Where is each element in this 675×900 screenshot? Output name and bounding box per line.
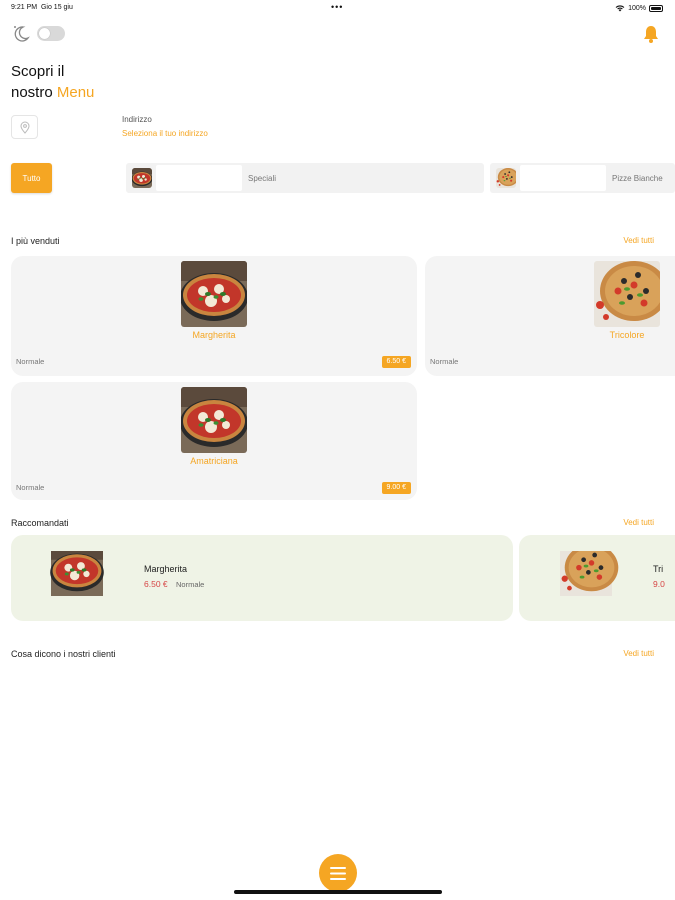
product-image [181, 261, 247, 327]
moon-icon [11, 24, 31, 42]
bell-icon[interactable] [641, 24, 661, 44]
menu-icon [330, 866, 346, 880]
product-name: Margherita [144, 564, 188, 574]
category-pizze-bianche[interactable]: Pizze Bianche [490, 163, 675, 193]
best-sellers-see-all[interactable]: Vedi tutti [623, 236, 654, 245]
title-line-2: nostro [11, 84, 53, 101]
recommended-see-all[interactable]: Vedi tutti [623, 518, 654, 527]
product-price: 6.50 € [144, 579, 168, 589]
product-type: Normale [16, 357, 45, 366]
select-address-link[interactable]: Seleziona il tuo indirizzo [122, 129, 208, 138]
location-pin-button[interactable] [11, 115, 38, 139]
product-image [181, 387, 247, 453]
category-thumbnail [132, 168, 152, 188]
status-dots: ••• [331, 2, 344, 12]
dark-mode-toggle[interactable] [37, 25, 65, 41]
category-speciali[interactable]: Speciali [126, 163, 484, 193]
category-label: Pizze Bianche [612, 174, 663, 183]
price-badge: 9.00 € [381, 482, 411, 494]
reviews-see-all[interactable]: Vedi tutti [623, 649, 654, 658]
wifi-icon [615, 4, 625, 12]
title-line-1: Scopri il [11, 63, 65, 80]
product-image [553, 551, 619, 603]
product-name: Tricolore [609, 330, 645, 340]
location-pin-icon [19, 121, 30, 134]
product-name: Amatriciana [190, 456, 238, 466]
product-type: Normale [16, 483, 45, 492]
product-name: Tri [653, 564, 664, 574]
battery-icon [649, 4, 663, 12]
address-label: Indirizzo [122, 115, 152, 124]
home-indicator [234, 890, 442, 894]
price-badge: 6.50 € [381, 356, 411, 368]
battery-percent: 100% [628, 4, 646, 12]
recommended-title: Raccomandati [11, 518, 69, 528]
status-date: Gio 15 giu [40, 4, 73, 11]
product-type: Normale [430, 357, 459, 366]
category-all-button[interactable]: Tutto [11, 163, 52, 193]
category-label: Speciali [248, 174, 277, 183]
reviews-title: Cosa dicono i nostri clienti [11, 649, 116, 659]
product-name: Margherita [192, 330, 236, 340]
title-accent: Menu [56, 84, 95, 101]
recommended-card-margherita[interactable]: Margherita 6.50 € Normale [11, 535, 513, 621]
product-image [44, 551, 110, 603]
product-type: Normale [176, 580, 205, 589]
category-thumbnail [496, 168, 516, 188]
page-title: Scopri il nostro Menu [11, 61, 94, 103]
product-card-amatriciana[interactable]: Amatriciana Normale 9.00 € [11, 382, 417, 500]
status-time: 9:21 PM [11, 4, 38, 11]
best-sellers-title: I più venduti [11, 236, 60, 246]
product-card-margherita[interactable]: Margherita Normale 6.50 € [11, 256, 417, 376]
recommended-card-tricolore[interactable]: Tri 9.0 [519, 535, 675, 621]
address-selector[interactable]: Indirizzo Seleziona il tuo indirizzo [11, 115, 331, 145]
product-price: 9.0 [653, 579, 665, 589]
theme-switcher [11, 24, 65, 42]
product-image [594, 261, 660, 327]
category-bar: Tutto Speciali Pizze Bianche [11, 163, 675, 193]
status-bar: 9:21 PM Gio 15 giu ••• 100% [0, 0, 675, 16]
menu-button[interactable] [319, 854, 357, 892]
product-card-tricolore[interactable]: Tricolore Normale [425, 256, 675, 376]
